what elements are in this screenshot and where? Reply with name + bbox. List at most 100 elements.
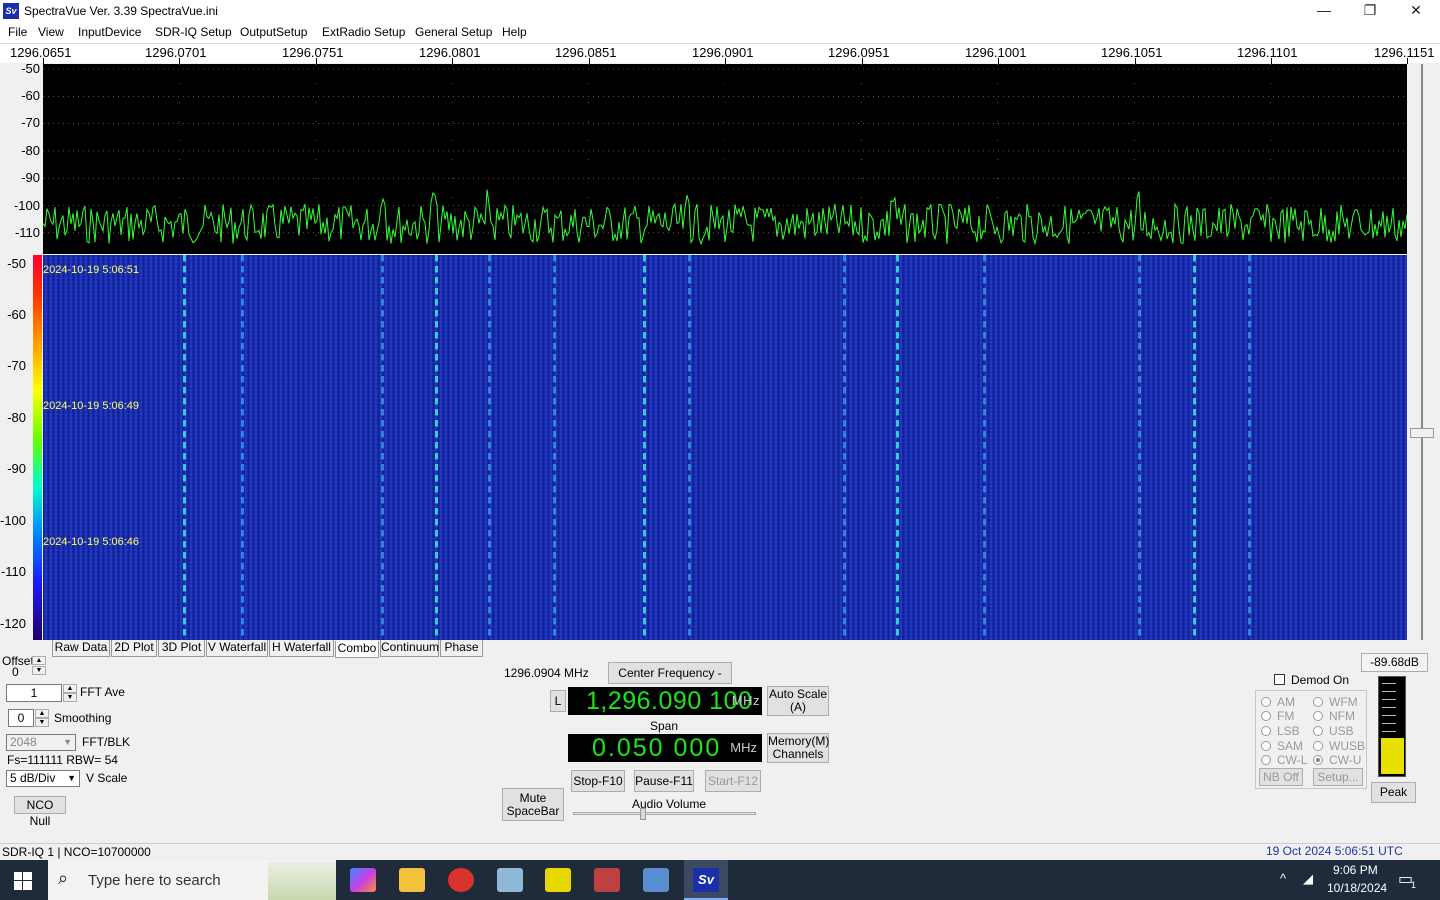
peak-button[interactable]: Peak xyxy=(1371,782,1416,803)
minimize-button[interactable]: — xyxy=(1301,0,1347,23)
waterfall-signal-trace xyxy=(435,255,438,640)
radio-dot xyxy=(1313,697,1323,707)
waterfall-signal-trace xyxy=(688,255,691,640)
radio-fm[interactable]: FM xyxy=(1261,709,1294,723)
menu-extradio-setup[interactable]: ExtRadio Setup xyxy=(322,25,405,39)
memory-channels-button[interactable]: Memory(M) Channels xyxy=(767,733,829,763)
menu-file[interactable]: File xyxy=(8,25,27,39)
menu-bar: File View InputDevice SDR-IQ Setup Outpu… xyxy=(0,23,1440,43)
offset-down-button[interactable]: ▼ xyxy=(32,666,46,675)
taskbar-search-box[interactable]: ⌕ Type here to search xyxy=(48,860,336,900)
fft-ave-input[interactable]: 1 xyxy=(6,684,62,702)
nb-off-button[interactable]: NB Off xyxy=(1259,768,1303,786)
nco-null-button[interactable]: NCO Null xyxy=(14,796,66,828)
waterfall-y-label: -110 xyxy=(0,564,26,579)
waterfall-signal-trace xyxy=(1193,255,1196,640)
tab-2d-plot[interactable]: 2D Plot xyxy=(111,640,157,657)
spectrum-y-label: -60 xyxy=(21,88,40,103)
menu-help[interactable]: Help xyxy=(502,25,527,39)
tab-v-waterfall[interactable]: V Waterfall xyxy=(206,640,268,657)
menu-sdr-iq-setup[interactable]: SDR-IQ Setup xyxy=(155,25,232,39)
offset-up-button[interactable]: ▲ xyxy=(32,656,46,665)
demod-on-checkbox[interactable] xyxy=(1274,674,1285,685)
calculator-icon[interactable] xyxy=(643,868,669,892)
menu-outputsetup[interactable]: OutputSetup xyxy=(240,25,307,39)
moon-app-icon[interactable] xyxy=(545,868,571,892)
radio-sam[interactable]: SAM xyxy=(1261,739,1303,753)
waterfall-y-label: -80 xyxy=(7,410,26,425)
span-display[interactable]: 0.050 000 MHz xyxy=(568,734,762,762)
title-bar: Sv SpectraVue Ver. 3.39 SpectraVue.ini —… xyxy=(0,0,1440,23)
audio-volume-thumb[interactable] xyxy=(640,808,646,820)
waterfall-color-scale xyxy=(33,255,42,640)
radio-cw-l[interactable]: CW-L xyxy=(1261,753,1307,767)
radio-lsb[interactable]: LSB xyxy=(1261,724,1300,738)
smoothing-down-button[interactable]: ▼ xyxy=(35,718,49,727)
smoothing-input[interactable]: 0 xyxy=(8,709,34,727)
menu-view[interactable]: View xyxy=(38,25,64,39)
ruler-label: 1296.1001 xyxy=(965,45,1027,60)
smoothing-up-button[interactable]: ▲ xyxy=(35,709,49,718)
radio-cw-u[interactable]: CW-U xyxy=(1313,753,1361,767)
auto-scale-button[interactable]: Auto Scale (A) xyxy=(767,686,829,716)
frequency-display[interactable]: 1,296.090 100 MHz xyxy=(568,687,762,715)
menu-inputdevice[interactable]: InputDevice xyxy=(78,25,141,39)
spectrum-plot[interactable] xyxy=(42,64,1408,254)
level-slider-track[interactable] xyxy=(1421,64,1423,640)
app-figure-icon[interactable] xyxy=(594,868,620,892)
tab-3d-plot[interactable]: 3D Plot xyxy=(158,640,205,657)
ruler-label: 1296.0851 xyxy=(555,45,617,60)
chevron-up-icon[interactable]: ^ xyxy=(1280,871,1286,886)
app-blue-icon[interactable] xyxy=(497,868,523,892)
start-button[interactable]: Start-F12 xyxy=(705,770,761,792)
vscale-value: 5 dB/Div xyxy=(10,771,56,785)
copilot-icon[interactable] xyxy=(350,868,376,892)
vscale-select[interactable]: 5 dB/Div ▼ xyxy=(6,770,80,787)
radio-wusb[interactable]: WUSB xyxy=(1313,739,1365,753)
tab-raw-data[interactable]: Raw Data xyxy=(52,640,110,657)
app-red-circle-icon[interactable] xyxy=(448,868,474,892)
windows-start-icon[interactable] xyxy=(14,872,32,890)
radio-wfm[interactable]: WFM xyxy=(1313,695,1358,709)
ruler-label: 1296.0701 xyxy=(145,45,207,60)
fft-blk-select[interactable]: 2048 ▼ xyxy=(6,734,76,751)
radio-usb[interactable]: USB xyxy=(1313,724,1354,738)
fs-rbw-text: Fs=111111 RBW= 54 xyxy=(7,753,118,767)
tab-phase[interactable]: Phase xyxy=(440,640,483,657)
stop-button[interactable]: Stop-F10 xyxy=(571,770,625,792)
spectravue-taskbar-item[interactable]: Sv xyxy=(684,860,728,900)
waterfall-timestamp: 2024-10-19 5:06:51 xyxy=(43,264,140,276)
radio-label: CW-L xyxy=(1277,753,1308,767)
file-explorer-icon[interactable] xyxy=(399,868,425,892)
network-icon[interactable]: ◢ xyxy=(1303,871,1313,887)
lock-button[interactable]: L xyxy=(550,690,566,712)
meter-tick xyxy=(1382,715,1396,716)
tab-continuum[interactable]: Continuum xyxy=(380,640,439,657)
level-db-readout: -89.68dB xyxy=(1361,653,1428,672)
fft-ave-down-button[interactable]: ▼ xyxy=(63,693,77,702)
radio-dot xyxy=(1313,726,1323,736)
taskbar-date[interactable]: 10/18/2024 xyxy=(1327,881,1387,895)
center-frequency-button[interactable]: Center Frequency - Ins xyxy=(608,662,732,700)
radio-nfm[interactable]: NFM xyxy=(1313,709,1355,723)
tab-h-waterfall[interactable]: H Waterfall xyxy=(269,640,334,657)
spectravue-icon: Sv xyxy=(693,868,719,892)
mute-button[interactable]: Mute SpaceBar xyxy=(502,788,564,821)
chevron-down-icon: ▼ xyxy=(63,737,72,747)
radio-am[interactable]: AM xyxy=(1261,695,1295,709)
pause-button[interactable]: Pause-F11 xyxy=(634,770,694,792)
waterfall-signal-trace xyxy=(241,255,244,640)
tab-combo[interactable]: Combo xyxy=(335,641,379,658)
waterfall-display[interactable] xyxy=(43,255,1407,640)
close-button[interactable]: ✕ xyxy=(1393,0,1439,23)
taskbar-time[interactable]: 9:06 PM xyxy=(1333,863,1378,877)
setup-button[interactable]: Setup... xyxy=(1313,768,1363,786)
fft-ave-up-button[interactable]: ▲ xyxy=(63,684,77,693)
restore-button[interactable]: ❐ xyxy=(1347,0,1393,23)
radio-dot-selected xyxy=(1313,755,1323,765)
ruler-label: 1296.0751 xyxy=(282,45,344,60)
audio-volume-slider[interactable] xyxy=(573,812,756,815)
taskbar: ⌕ Type here to search Sv ^ ◢ 9:06 PM 10/… xyxy=(0,860,1440,900)
menu-general-setup[interactable]: General Setup xyxy=(415,25,492,39)
level-slider-thumb[interactable] xyxy=(1410,428,1434,438)
